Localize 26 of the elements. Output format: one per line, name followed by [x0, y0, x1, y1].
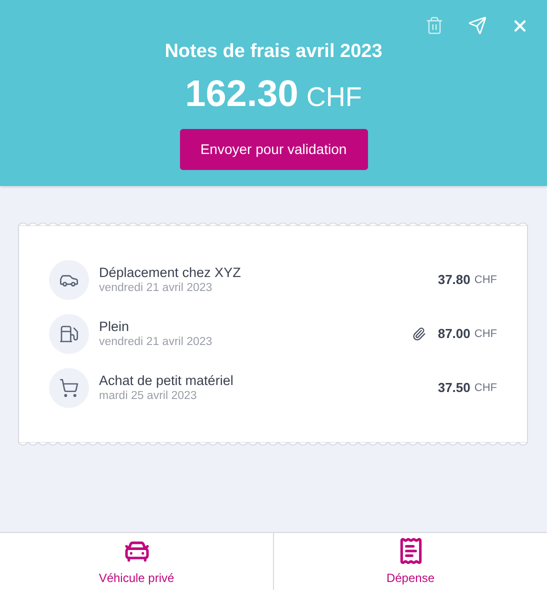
expense-currency: CHF — [474, 272, 497, 288]
total-currency: CHF — [306, 80, 362, 114]
expense-row[interactable]: Achat de petit matériel mardi 25 avril 2023 37.50 CHF — [49, 368, 497, 408]
send-icon[interactable] — [468, 16, 487, 35]
paperclip-icon — [412, 327, 426, 341]
expense-date: vendredi 21 avril 2023 — [99, 281, 214, 296]
expense-amount: 87.00 — [438, 325, 470, 344]
expense-name: Plein — [99, 318, 130, 335]
action-button[interactable]: Véhicule privé — [0, 533, 273, 590]
expense-name: Déplacement chez XYZ — [99, 264, 242, 281]
report-title: Notes de frais avril 2023 — [164, 40, 382, 64]
expense-currency: CHF — [474, 380, 497, 396]
expense-amount: 37.80 — [438, 271, 470, 290]
total-amount: 162.30 — [185, 72, 298, 116]
expense-currency: CHF — [474, 326, 497, 342]
expense-name: Achat de petit matériel — [99, 372, 234, 389]
cart-icon — [59, 378, 79, 398]
expense-date: mardi 25 avril 2023 — [99, 389, 198, 404]
submit-button[interactable]: Envoyer pour validation — [180, 129, 368, 170]
expense-row[interactable]: Plein vendredi 21 avril 2023 87.00 CHF — [49, 314, 497, 354]
expense-row[interactable]: Déplacement chez XYZ vendredi 21 avril 2023 37.80 CHF — [49, 260, 497, 300]
expense-amount: 37.50 — [438, 379, 470, 398]
expense-date: vendredi 21 avril 2023 — [99, 335, 214, 350]
action-button[interactable]: Dépense — [273, 533, 547, 590]
delete-icon[interactable] — [425, 16, 444, 35]
fuel-pump-icon — [59, 324, 79, 344]
